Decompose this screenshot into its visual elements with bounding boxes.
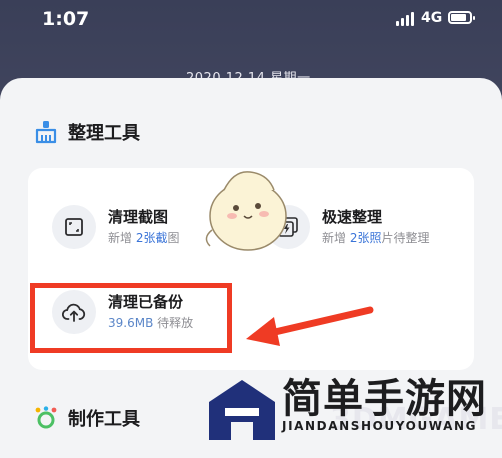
watermark-title: 简单手游网 — [282, 376, 487, 422]
watermark-pinyin: JIANDANSHOUYOUWANG — [282, 419, 478, 433]
watermark-logo — [207, 378, 277, 442]
mascot-sticker — [196, 160, 300, 260]
